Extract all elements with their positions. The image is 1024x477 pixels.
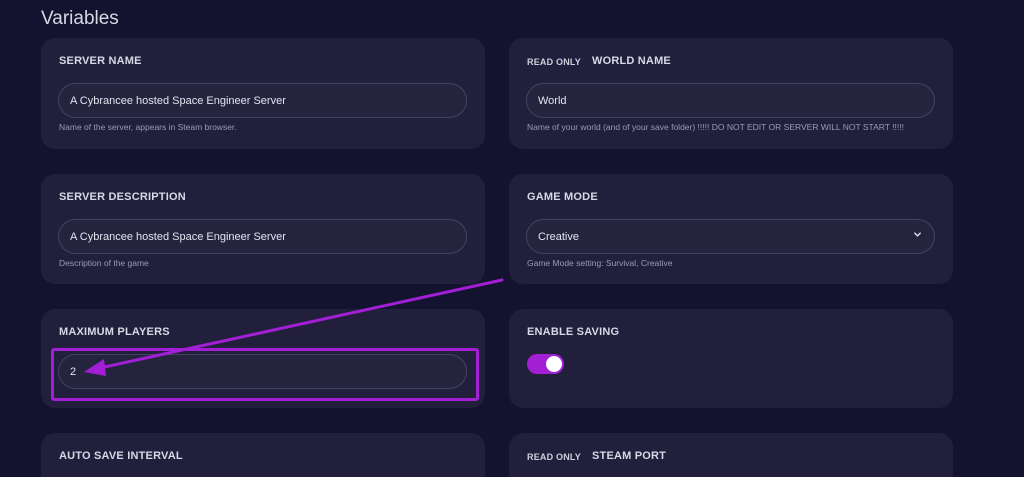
- game-mode-select[interactable]: Creative: [526, 219, 935, 254]
- enable-saving-card: ENABLE SAVING: [509, 309, 953, 408]
- game-mode-label: GAME MODE: [527, 191, 598, 203]
- auto-save-interval-card: AUTO SAVE INTERVAL: [41, 433, 485, 477]
- server-name-card: SERVER NAME A Cybrancee hosted Space Eng…: [41, 38, 485, 149]
- maximum-players-label: MAXIMUM PLAYERS: [59, 326, 170, 338]
- game-mode-card: GAME MODE Creative Game Mode setting: Su…: [509, 174, 953, 284]
- world-name-label: WORLD NAME: [591, 55, 671, 67]
- auto-save-interval-label: AUTO SAVE INTERVAL: [59, 450, 183, 462]
- server-name-hint: Name of the server, appears in Steam bro…: [59, 122, 237, 132]
- read-only-badge: READ ONLY: [527, 57, 581, 67]
- server-description-label: SERVER DESCRIPTION: [59, 191, 186, 203]
- read-only-badge: READ ONLY: [527, 452, 581, 462]
- chevron-down-icon[interactable]: [913, 230, 922, 242]
- world-name-value: World: [538, 94, 567, 107]
- server-name-value: A Cybrancee hosted Space Engineer Server: [70, 94, 286, 107]
- section-title: Variables: [41, 8, 119, 29]
- enable-saving-label: ENABLE SAVING: [527, 326, 620, 338]
- world-name-input[interactable]: World: [526, 83, 935, 118]
- server-description-card: SERVER DESCRIPTION A Cybrancee hosted Sp…: [41, 174, 485, 284]
- steam-port-label-row: READ ONLY STEAM PORT: [527, 450, 666, 462]
- steam-port-card: READ ONLY STEAM PORT: [509, 433, 953, 477]
- world-name-label-row: READ ONLY WORLD NAME: [527, 55, 671, 67]
- server-description-value: A Cybrancee hosted Space Engineer Server: [70, 230, 286, 243]
- highlight-box: [51, 348, 479, 401]
- game-mode-hint: Game Mode setting: Survival, Creative: [527, 258, 673, 268]
- world-name-hint: Name of your world (and of your save fol…: [527, 122, 904, 132]
- world-name-card: READ ONLY WORLD NAME World Name of your w…: [509, 38, 953, 149]
- game-mode-value: Creative: [538, 230, 579, 243]
- toggle-knob: [546, 356, 562, 372]
- server-name-label: SERVER NAME: [59, 55, 142, 67]
- server-description-input[interactable]: A Cybrancee hosted Space Engineer Server: [58, 219, 467, 254]
- variables-page: Variables SERVER NAME A Cybrancee hosted…: [0, 0, 1024, 477]
- server-name-input[interactable]: A Cybrancee hosted Space Engineer Server: [58, 83, 467, 118]
- server-description-hint: Description of the game: [59, 258, 149, 268]
- steam-port-label: STEAM PORT: [591, 450, 667, 462]
- enable-saving-toggle[interactable]: [527, 354, 564, 374]
